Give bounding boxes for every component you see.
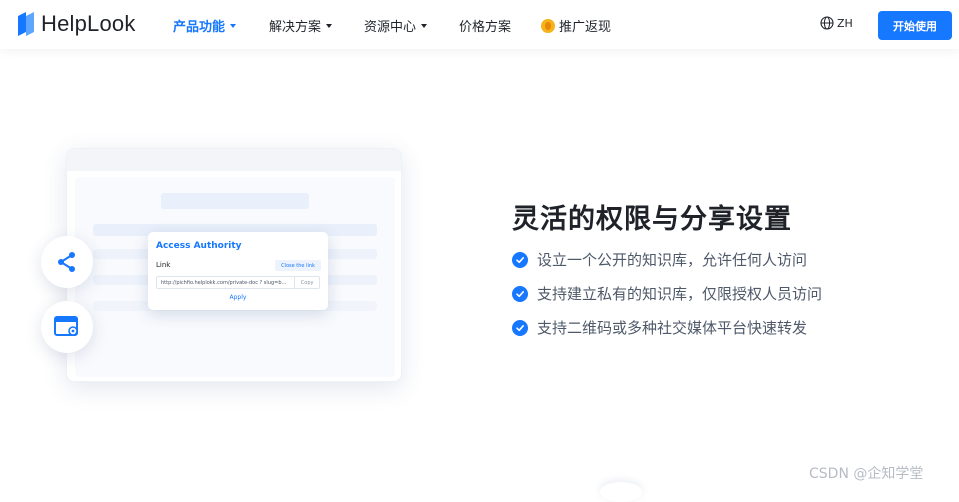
chevron-down-icon (326, 24, 333, 28)
nav-item-label: 资源中心 (364, 20, 417, 35)
nav-item-resources[interactable]: 资源中心 (364, 16, 428, 35)
check-circle-icon (512, 319, 528, 336)
helplook-logo-icon (16, 12, 36, 36)
feature-item: 支持建立私有的知识库，仅限授权人员访问 (512, 285, 823, 303)
nav-item-solutions[interactable]: 解决方案 (269, 16, 333, 35)
top-navbar: HelpLook 产品功能 解决方案 资源中心 价格方案 推广返现 ZH 开始使… (0, 0, 959, 49)
share-circle (41, 236, 93, 288)
nav-item-referral[interactable]: 推广返现 (541, 16, 611, 35)
popup-title: Access Authority (156, 241, 242, 251)
feature-title: 灵活的权限与分享设置 (512, 204, 792, 235)
feature-text: 支持二维码或多种社交媒体平台快速转发 (537, 319, 808, 337)
nav-item-product-features[interactable]: 产品功能 (173, 16, 237, 35)
share-url-text: http://pichfio.helplokk.com/private-doc … (161, 279, 287, 286)
logo-text: HelpLook (41, 11, 136, 36)
language-label: ZH (837, 16, 853, 30)
check-circle-icon (512, 285, 528, 302)
feature-list: 设立一个公开的知识库，允许任何人访问 支持建立私有的知识库，仅限授权人员访问 支… (512, 251, 822, 353)
logo[interactable]: HelpLook (16, 11, 136, 37)
access-authority-popup: Access Authority Link Close the link htt… (148, 232, 328, 310)
nav-item-label: 产品功能 (173, 20, 226, 35)
settings-circle (41, 301, 93, 353)
apply-button[interactable]: Apply (148, 294, 328, 301)
feature-item: 设立一个公开的知识库，允许任何人访问 (512, 251, 822, 269)
decorative-circle (600, 482, 642, 502)
coin-icon (541, 18, 555, 33)
nav-item-pricing[interactable]: 价格方案 (459, 16, 511, 35)
link-label: Link (156, 261, 171, 269)
copy-button[interactable]: Copy (294, 277, 319, 288)
chevron-down-icon (230, 24, 237, 28)
check-circle-icon (512, 251, 528, 268)
share-url-field[interactable]: http://pichfio.helplokk.com/private-doc … (156, 276, 320, 289)
mockup-titlebar (67, 149, 401, 171)
chevron-down-icon (421, 24, 428, 28)
watermark: CSDN @企知学堂 (809, 466, 924, 482)
nav-item-label: 解决方案 (269, 20, 322, 35)
close-link-button[interactable]: Close the link (275, 260, 321, 271)
share-icon (58, 252, 75, 272)
feature-text: 支持建立私有的知识库，仅限授权人员访问 (537, 285, 823, 303)
feature-text: 设立一个公开的知识库，允许任何人访问 (537, 251, 808, 269)
browser-settings-icon (54, 316, 78, 336)
feature-item: 支持二维码或多种社交媒体平台快速转发 (512, 319, 822, 337)
start-using-button[interactable]: 开始使用 (878, 11, 952, 40)
globe-icon (820, 16, 834, 30)
nav-item-label: 推广返现 (559, 20, 612, 35)
mockup-placeholder-bar (161, 193, 309, 209)
nav-item-label: 价格方案 (459, 20, 512, 35)
language-switcher[interactable]: ZH (820, 16, 853, 30)
